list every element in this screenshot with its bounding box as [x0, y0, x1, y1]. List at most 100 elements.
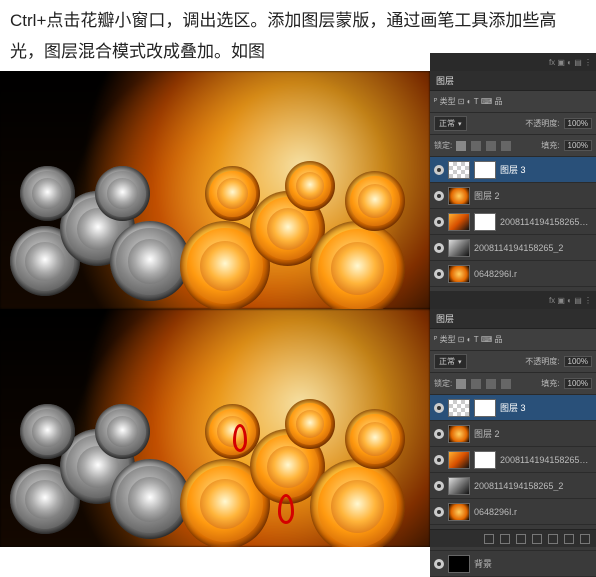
layer-name: 2008114194158265_2 — [474, 243, 592, 253]
mask-icon[interactable] — [516, 534, 526, 544]
panel-tab-layers[interactable]: 图层 — [436, 74, 454, 87]
rose — [285, 399, 335, 449]
adjustment-icon[interactable] — [532, 534, 542, 544]
layer-name: 0648296I.r — [474, 269, 592, 279]
layer-thumb[interactable] — [448, 265, 470, 283]
fill-value[interactable]: 100% — [564, 140, 592, 151]
canvas-bottom — [0, 309, 430, 547]
opacity-label: 不透明度: — [525, 118, 559, 129]
rose — [345, 171, 405, 231]
rose — [310, 459, 405, 547]
layer-row[interactable]: 2008114194158265_2 副本 — [430, 209, 596, 235]
panel-lock-row: 锁定: 填充: 100% — [430, 135, 596, 157]
filter-icons[interactable]: ᴾ 类型 ⊡ ◐ T ⌨ 品 — [434, 96, 503, 107]
filter-icons[interactable]: ᴾ 类型 ⊡ ◐ T ⌨ 品 — [434, 334, 503, 345]
lock-label: 锁定: — [434, 140, 452, 151]
layer-thumb[interactable] — [448, 187, 470, 205]
eye-icon[interactable] — [434, 191, 444, 201]
layer-thumb[interactable] — [448, 161, 470, 179]
new-layer-icon[interactable] — [564, 534, 574, 544]
layer-row[interactable]: 2008114194158265_2 — [430, 473, 596, 499]
layer-mask-thumb[interactable] — [474, 213, 496, 231]
rose — [95, 166, 150, 221]
lock-label: 锁定: — [434, 378, 452, 389]
layer-row[interactable]: 图层 2 — [430, 421, 596, 447]
layer-thumb[interactable] — [448, 213, 470, 231]
lock-icons-group[interactable] — [456, 379, 511, 389]
layer-thumb[interactable] — [448, 503, 470, 521]
opacity-value[interactable]: 100% — [564, 356, 592, 367]
lock-position-icon[interactable] — [486, 379, 496, 389]
layer-row[interactable]: 2008114194158265_2 — [430, 235, 596, 261]
layer-row[interactable]: 0648296I.r — [430, 499, 596, 525]
fx-icon[interactable] — [500, 534, 510, 544]
lock-pixels-icon[interactable] — [471, 141, 481, 151]
fill-label: 填充: — [541, 140, 559, 151]
layer-mask-thumb[interactable] — [474, 399, 496, 417]
layer-thumb[interactable] — [448, 477, 470, 495]
panel-tab-row: 图层 — [430, 71, 596, 91]
trash-icon[interactable] — [580, 534, 590, 544]
rose — [205, 166, 260, 221]
eye-icon[interactable] — [434, 269, 444, 279]
layer-name: 图层 3 — [500, 163, 592, 176]
layers-panel-bottom: fx ▣ ◐ ▤ ⋮ 图层 ᴾ 类型 ⊡ ◐ T ⌨ 品 正常▾ 不透明度: 1… — [430, 309, 596, 547]
eye-icon[interactable] — [434, 217, 444, 227]
layer-thumb[interactable] — [448, 239, 470, 257]
figure-row-2: fx ▣ ◐ ▤ ⋮ 图层 ᴾ 类型 ⊡ ◐ T ⌨ 品 正常▾ 不透明度: 1… — [0, 309, 596, 547]
blend-mode-dropdown[interactable]: 正常▾ — [434, 354, 467, 369]
opacity-label: 不透明度: — [525, 356, 559, 367]
layer-name: 图层 2 — [474, 427, 592, 440]
panel-tab-layers[interactable]: 图层 — [436, 312, 454, 325]
figure-area: fx ▣ ◐ ▤ ⋮ 图层 ᴾ 类型 ⊡ ◐ T ⌨ 品 正常▾ 不透明度: 1… — [0, 71, 596, 547]
group-icon[interactable] — [548, 534, 558, 544]
rose — [20, 404, 75, 459]
panel-blend-row: 正常▾ 不透明度: 100% — [430, 113, 596, 135]
eye-icon[interactable] — [434, 455, 444, 465]
chevron-down-icon: ▾ — [458, 120, 462, 128]
rose — [110, 221, 190, 301]
eye-icon[interactable] — [434, 243, 444, 253]
rose — [285, 161, 335, 211]
layer-thumb[interactable] — [448, 425, 470, 443]
figure-row-1: fx ▣ ◐ ▤ ⋮ 图层 ᴾ 类型 ⊡ ◐ T ⌨ 品 正常▾ 不透明度: 1… — [0, 71, 596, 309]
layer-name: 2008114194158265_2 副本 — [500, 215, 592, 228]
layer-mask-thumb[interactable] — [474, 451, 496, 469]
blend-mode-dropdown[interactable]: 正常▾ — [434, 116, 467, 131]
layer-mask-thumb[interactable] — [474, 161, 496, 179]
eye-icon[interactable] — [434, 165, 444, 175]
lock-transparency-icon[interactable] — [501, 141, 511, 151]
layer-thumb[interactable] — [448, 555, 470, 573]
layer-row[interactable]: 图层 3 — [430, 395, 596, 421]
lock-icons-group[interactable] — [456, 141, 511, 151]
lock-all-icon[interactable] — [456, 141, 466, 151]
rose — [110, 459, 190, 539]
layer-thumb[interactable] — [448, 399, 470, 417]
lock-pixels-icon[interactable] — [471, 379, 481, 389]
layer-row[interactable]: 2008114194158265_2 副本 — [430, 447, 596, 473]
eye-icon[interactable] — [434, 559, 444, 569]
panel-blend-row: 正常▾ 不透明度: 100% — [430, 351, 596, 373]
lock-transparency-icon[interactable] — [501, 379, 511, 389]
fill-value[interactable]: 100% — [564, 378, 592, 389]
rose — [345, 409, 405, 469]
layer-row[interactable]: 图层 3 — [430, 157, 596, 183]
layer-name: 2008114194158265_2 — [474, 481, 592, 491]
layer-name: 0648296I.r — [474, 507, 592, 517]
highlight-mark — [233, 424, 247, 452]
eye-icon[interactable] — [434, 403, 444, 413]
eye-icon[interactable] — [434, 507, 444, 517]
layer-row[interactable]: 0648296I.r — [430, 261, 596, 287]
panel-tab-row: 图层 — [430, 309, 596, 329]
lock-all-icon[interactable] — [456, 379, 466, 389]
eye-icon[interactable] — [434, 481, 444, 491]
fill-label: 填充: — [541, 378, 559, 389]
eye-icon[interactable] — [434, 429, 444, 439]
layer-row[interactable]: 图层 2 — [430, 183, 596, 209]
layer-thumb[interactable] — [448, 451, 470, 469]
link-icon[interactable] — [484, 534, 494, 544]
canvas-top — [0, 71, 430, 309]
opacity-value[interactable]: 100% — [564, 118, 592, 129]
lock-position-icon[interactable] — [486, 141, 496, 151]
layer-row[interactable]: 背景 — [430, 551, 596, 577]
